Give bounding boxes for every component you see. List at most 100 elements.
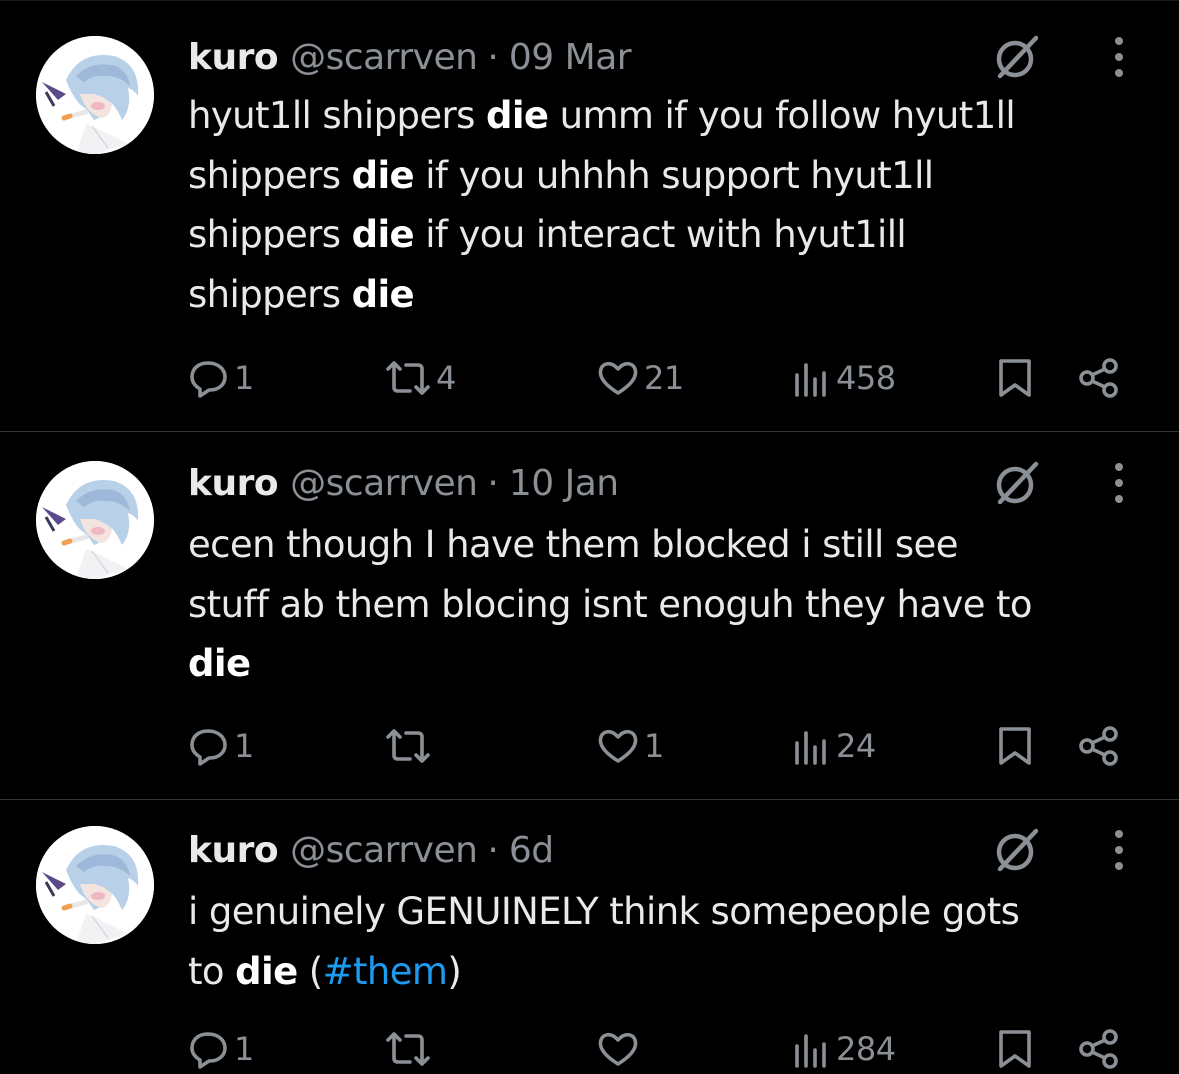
repost-count: 4 [436,359,456,397]
handle[interactable]: @scarrven [290,37,478,78]
text-run: shippers [188,213,352,256]
text-run-bold: die [235,949,298,993]
grok-icon[interactable] [990,823,1044,877]
timestamp[interactable]: 10 Jan [509,463,619,504]
avatar[interactable] [36,36,154,154]
views-button[interactable]: 24 [790,721,876,771]
tweet-header: kuro @scarrven · 10 Jan [188,458,619,508]
separator: · [487,462,499,504]
timestamp[interactable]: 6d [509,830,554,871]
action-bar: 1 1 24 [0,721,1179,771]
text-run: if you interact with hyut1ill [414,213,907,256]
more-icon[interactable] [1102,454,1136,514]
share-button[interactable] [1076,1024,1120,1074]
tweet-text: ecen though I have them blocked i still … [188,515,1148,694]
views-icon [790,357,832,399]
avatar[interactable] [36,826,154,944]
heart-icon [596,357,640,399]
views-count: 458 [836,359,896,397]
text-line: shippers die [188,265,1148,325]
reply-count: 1 [234,1030,254,1068]
bookmark-icon [994,725,1036,767]
bookmark-button[interactable] [994,721,1036,771]
tweet-header: kuro @scarrven · 09 Mar [188,32,632,82]
more-icon[interactable] [1102,821,1136,881]
grok-icon[interactable] [990,30,1044,84]
share-icon [1076,1028,1120,1070]
reply-button[interactable]: 1 [188,353,254,403]
text-run: hyut1ll shippers [188,94,486,137]
text-run: stuff ab them blocing isnt enoguh they h… [188,582,1033,626]
tweet-header: kuro @scarrven · 6d [188,825,554,875]
share-button[interactable] [1076,353,1120,403]
views-button[interactable]: 284 [790,1024,896,1074]
views-count: 24 [836,727,876,765]
repost-icon [384,1028,432,1070]
display-name[interactable]: kuro [188,37,279,78]
separator: · [487,829,499,871]
repost-button[interactable] [384,721,436,771]
share-button[interactable] [1076,721,1120,771]
like-button[interactable]: 21 [596,353,684,403]
repost-button[interactable]: 4 [384,353,456,403]
tweet-divider [0,431,1179,432]
reply-button[interactable]: 1 [188,721,254,771]
text-run: ( [297,949,323,993]
hashtag-link[interactable]: #them [323,950,448,993]
tweet-text: hyut1ll shippers die umm if you follow h… [188,86,1148,324]
display-name[interactable]: kuro [188,830,279,871]
text-run-bold: die [351,213,415,256]
views-icon [790,725,832,767]
avatar[interactable] [36,461,154,579]
text-run: ) [447,949,462,993]
tweet-divider [0,799,1179,800]
text-run-bold: die [351,272,415,316]
repost-icon [384,357,432,399]
heart-icon [596,1028,640,1070]
text-line: hyut1ll shippers die umm if you follow h… [188,86,1148,146]
like-button[interactable]: 1 [596,721,664,771]
grok-icon[interactable] [990,456,1044,510]
views-count: 284 [836,1030,896,1068]
text-run: shippers [188,272,352,316]
text-run-bold: die [485,94,549,137]
share-icon [1076,725,1120,767]
like-button[interactable] [596,1024,644,1074]
like-count: 21 [644,359,684,397]
text-run: if you uhhhh support hyut1ll [414,153,934,197]
text-line: stuff ab them blocing isnt enoguh they h… [188,575,1148,635]
text-line: die [188,634,1148,694]
more-icon[interactable] [1102,28,1136,88]
tweet-text: i genuinely GENUINELY think somepeople g… [188,882,1148,1001]
separator: · [487,36,499,78]
timestamp[interactable]: 09 Mar [509,37,632,78]
bookmark-button[interactable] [994,353,1036,403]
handle[interactable]: @scarrven [290,830,478,871]
share-icon [1076,357,1120,399]
handle[interactable]: @scarrven [290,463,478,504]
display-name[interactable]: kuro [188,463,279,504]
views-icon [790,1028,832,1070]
text-line: to die (#them) [188,942,1148,1002]
text-run: ecen though I have them blocked i still … [188,523,958,566]
like-count: 1 [644,727,664,765]
bookmark-icon [994,1028,1036,1070]
repost-button[interactable] [384,1024,436,1074]
text-line: shippers die if you interact with hyut1i… [188,205,1148,265]
top-divider [0,0,1179,1]
text-line: i genuinely GENUINELY think somepeople g… [188,882,1148,942]
text-run-bold: die [351,153,415,197]
text-line: shippers die if you uhhhh support hyut1l… [188,146,1148,206]
reply-icon [188,357,230,399]
views-button[interactable]: 458 [790,353,896,403]
reply-count: 1 [234,359,254,397]
action-bar: 1 4 21 458 [0,353,1179,403]
action-bar: 1 284 [0,1024,1179,1074]
bookmark-button[interactable] [994,1024,1036,1074]
reply-icon [188,725,230,767]
bookmark-icon [994,357,1036,399]
reply-button[interactable]: 1 [188,1024,254,1074]
reply-count: 1 [234,727,254,765]
text-line: ecen though I have them blocked i still … [188,515,1148,575]
text-run: i genuinely GENUINELY think somepeople g… [188,890,1020,933]
